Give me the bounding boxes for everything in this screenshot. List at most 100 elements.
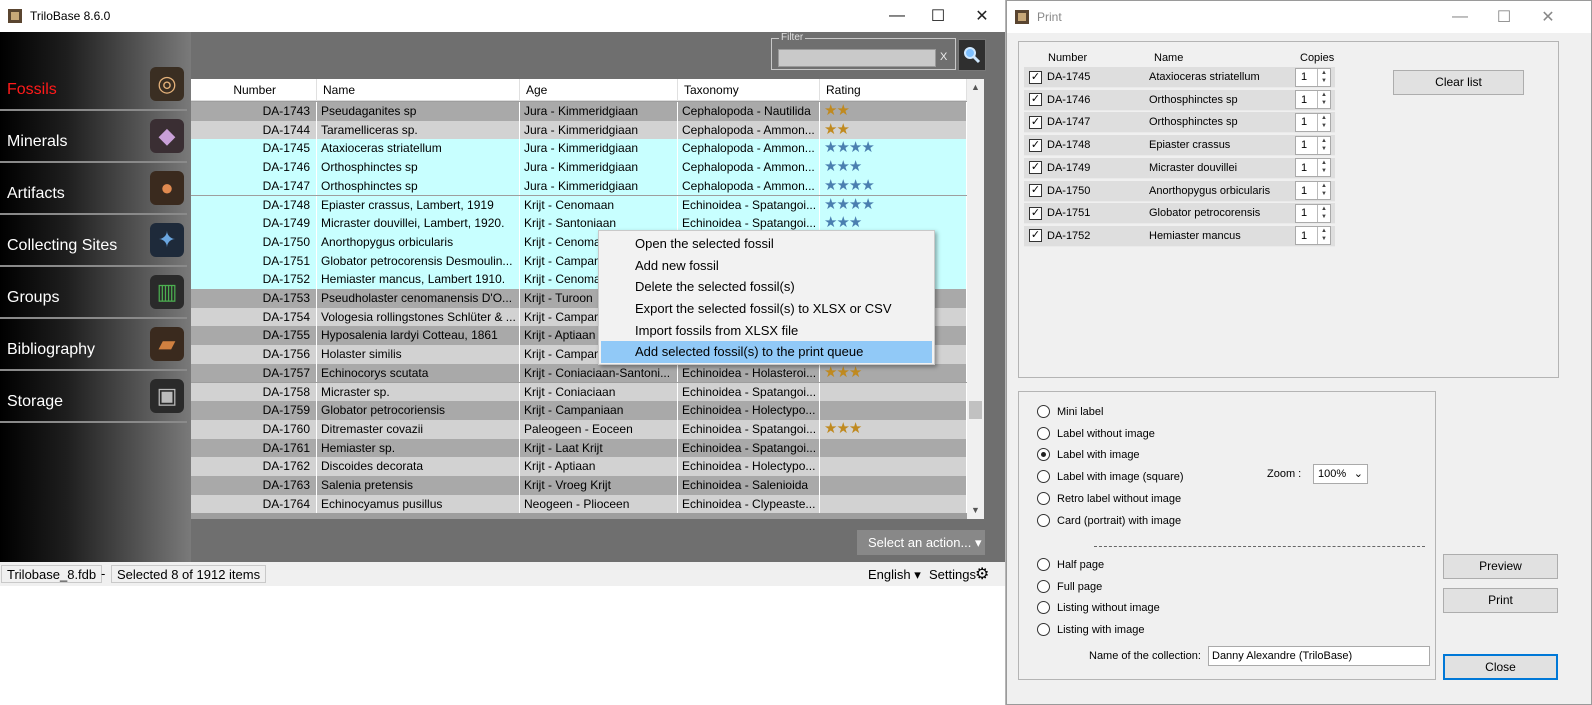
close-button[interactable]: Close (1443, 654, 1558, 680)
include-checkbox[interactable]: ✓ (1029, 184, 1042, 197)
print-queue-row[interactable]: ✓ DA-1750 Anorthopygus orbicularis 1 ▲ ▼ (1024, 180, 1335, 202)
table-row[interactable]: DA-1762 Discoides decorata Krijt - Aptiaan… (191, 457, 967, 476)
print-queue-row[interactable]: ✓ DA-1746 Orthosphinctes sp 1 ▲ ▼ (1024, 89, 1335, 111)
print-button[interactable]: Print (1443, 588, 1558, 613)
scroll-up-icon[interactable]: ▲ (967, 79, 984, 96)
radio-button[interactable] (1037, 601, 1050, 614)
stepper-arrows-icon[interactable]: ▲ ▼ (1317, 136, 1330, 154)
stepper-arrows-icon[interactable]: ▲ ▼ (1317, 204, 1330, 222)
scroll-thumb[interactable] (969, 401, 982, 419)
zoom-select[interactable]: 100% ⌄ (1313, 464, 1368, 484)
radio-button[interactable] (1037, 514, 1050, 527)
radio-button[interactable] (1037, 427, 1050, 440)
print-close-window-button[interactable]: ✕ (1525, 1, 1571, 33)
radio-button[interactable] (1037, 448, 1050, 461)
filter-clear-button[interactable]: X (940, 51, 947, 63)
column-header-age[interactable]: Age (520, 79, 678, 101)
table-row[interactable]: DA-1757 Echinocorys scutata Krijt - Coniac… (191, 363, 967, 383)
print-format-option[interactable]: Label with image (1037, 448, 1140, 461)
sidebar-item-minerals[interactable]: Minerals ◆ (0, 111, 187, 163)
print-format-option[interactable]: Label with image (square) (1037, 470, 1184, 483)
language-selector[interactable]: English ▾ (868, 567, 921, 583)
menu-item-delete-fossil[interactable]: Delete the selected fossil(s) (601, 276, 932, 298)
print-queue-row[interactable]: ✓ DA-1751 Globator petrocorensis 1 ▲ ▼ (1024, 203, 1335, 225)
print-format-option[interactable]: Card (portrait) with image (1037, 514, 1181, 527)
table-row[interactable]: DA-1746 Orthosphinctes sp Jura - Kimmeridg… (191, 158, 967, 177)
table-row[interactable]: DA-1760 Ditremaster covazii Paleogeen - Eo… (191, 419, 967, 439)
print-format-option[interactable]: Label without image (1037, 427, 1155, 440)
minimize-button[interactable]: ― (874, 0, 920, 32)
print-queue-row[interactable]: ✓ DA-1749 Micraster douvillei 1 ▲ ▼ (1024, 157, 1335, 179)
print-maximize-button[interactable]: ☐ (1481, 1, 1527, 33)
copies-stepper[interactable]: 1 ▲ ▼ (1295, 203, 1331, 223)
include-checkbox[interactable]: ✓ (1029, 206, 1042, 220)
copies-stepper[interactable]: 1 ▲ ▼ (1295, 67, 1331, 87)
stepper-arrows-icon[interactable]: ▲ ▼ (1317, 227, 1330, 245)
column-header-rating[interactable]: Rating (820, 79, 967, 101)
copies-stepper[interactable]: 1 ▲ ▼ (1295, 181, 1331, 200)
radio-button[interactable] (1037, 623, 1050, 636)
print-format-option[interactable]: Retro label without image (1037, 492, 1181, 505)
column-header-name[interactable]: Name (317, 79, 520, 101)
sidebar-item-storage[interactable]: Storage ▣ (0, 371, 187, 423)
include-checkbox[interactable]: ✓ (1029, 70, 1042, 84)
menu-item-add-to-print-queue[interactable]: Add selected fossil(s) to the print queu… (601, 341, 932, 364)
copies-stepper[interactable]: 1 ▲ ▼ (1295, 135, 1331, 155)
sidebar-item-fossils[interactable]: Fossils ◎ (0, 59, 187, 111)
include-checkbox[interactable]: ✓ (1029, 161, 1042, 175)
copies-stepper[interactable]: 1 ▲ ▼ (1295, 90, 1331, 110)
sidebar-item-groups[interactable]: Groups ▥ (0, 267, 187, 319)
select-action-dropdown[interactable]: Select an action... ▾ (857, 530, 985, 555)
table-row[interactable]: DA-1744 Taramelliceras sp. Jura - Kimmerid… (191, 120, 967, 140)
gear-icon[interactable]: ⚙ (975, 564, 989, 584)
table-scrollbar[interactable]: ▲ ▼ (967, 79, 984, 519)
radio-button[interactable] (1037, 558, 1050, 571)
table-row[interactable]: DA-1743 Pseudaganites sp Jura - Kimmeridgi… (191, 102, 967, 121)
sidebar-item-artifacts[interactable]: Artifacts ● (0, 163, 187, 215)
settings-link[interactable]: Settings (929, 567, 976, 582)
search-button[interactable] (958, 39, 986, 71)
print-queue-row[interactable]: ✓ DA-1745 Ataxioceras striatellum 1 ▲ ▼ (1024, 67, 1335, 88)
table-row[interactable]: DA-1747 Orthosphinctes sp Jura - Kimmeridg… (191, 176, 967, 196)
radio-button[interactable] (1037, 492, 1050, 505)
collection-name-input[interactable]: Danny Alexandre (TriloBase) (1208, 646, 1430, 666)
stepper-arrows-icon[interactable]: ▲ ▼ (1317, 91, 1330, 109)
preview-button[interactable]: Preview (1443, 554, 1558, 579)
table-row[interactable]: DA-1761 Hemiaster sp. Krijt - Laat Krijt Ec… (191, 438, 967, 458)
scroll-down-icon[interactable]: ▼ (967, 502, 984, 519)
table-row[interactable]: DA-1764 Echinocyamus pusillus Neogeen - Pl… (191, 494, 967, 514)
clear-list-button[interactable]: Clear list (1393, 70, 1524, 95)
copies-stepper[interactable]: 1 ▲ ▼ (1295, 112, 1331, 132)
maximize-button[interactable]: ☐ (915, 0, 961, 32)
stepper-arrows-icon[interactable]: ▲ ▼ (1317, 182, 1330, 199)
print-format-option[interactable]: Half page (1037, 558, 1104, 571)
column-header-number[interactable]: Number (191, 79, 317, 101)
stepper-arrows-icon[interactable]: ▲ ▼ (1317, 68, 1330, 86)
table-row[interactable]: DA-1748 Epiaster crassus, Lambert, 1919 Kr… (191, 195, 967, 215)
close-window-button[interactable]: ✕ (959, 0, 1005, 32)
table-row[interactable]: DA-1758 Micraster sp. Krijt - Coniaciaan Ec… (191, 382, 967, 402)
sidebar-item-bibliography[interactable]: Bibliography ▰ (0, 319, 187, 371)
print-format-option[interactable]: Mini label (1037, 405, 1103, 418)
menu-item-import[interactable]: Import fossils from XLSX file (601, 320, 932, 342)
sidebar-item-collecting-sites[interactable]: Collecting Sites ✦ (0, 215, 187, 267)
menu-item-open-fossil[interactable]: Open the selected fossil (601, 233, 932, 255)
include-checkbox[interactable]: ✓ (1029, 93, 1042, 107)
table-row[interactable]: DA-1759 Globator petrocoriensis Krijt - Ca… (191, 401, 967, 420)
radio-button[interactable] (1037, 470, 1050, 483)
radio-button[interactable] (1037, 405, 1050, 418)
include-checkbox[interactable]: ✓ (1029, 115, 1042, 129)
print-queue-row[interactable]: ✓ DA-1747 Orthosphinctes sp 1 ▲ ▼ (1024, 112, 1335, 134)
stepper-arrows-icon[interactable]: ▲ ▼ (1317, 113, 1330, 131)
include-checkbox[interactable]: ✓ (1029, 229, 1042, 243)
table-row[interactable]: DA-1745 Ataxioceras striatellum Jura - Kim… (191, 139, 967, 159)
menu-item-add-fossil[interactable]: Add new fossil (601, 255, 932, 277)
print-format-option[interactable]: Listing with image (1037, 623, 1144, 636)
copies-stepper[interactable]: 1 ▲ ▼ (1295, 158, 1331, 178)
print-queue-row[interactable]: ✓ DA-1752 Hemiaster mancus 1 ▲ ▼ (1024, 225, 1335, 247)
print-format-option[interactable]: Listing without image (1037, 601, 1160, 614)
print-format-option[interactable]: Full page (1037, 580, 1102, 593)
copies-stepper[interactable]: 1 ▲ ▼ (1295, 226, 1331, 246)
menu-item-export[interactable]: Export the selected fossil(s) to XLSX or… (601, 298, 932, 320)
include-checkbox[interactable]: ✓ (1029, 138, 1042, 152)
